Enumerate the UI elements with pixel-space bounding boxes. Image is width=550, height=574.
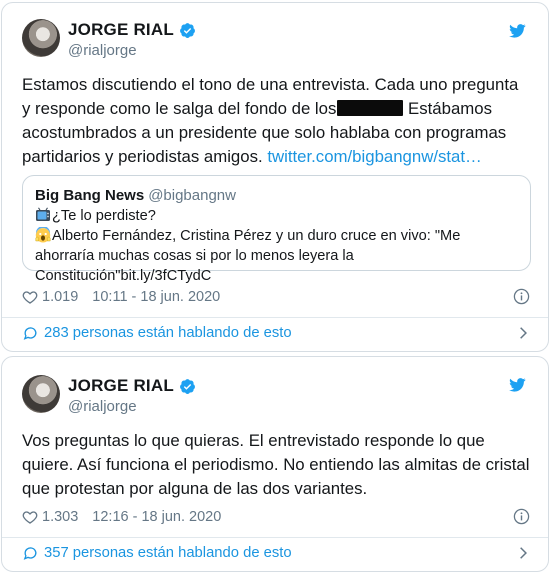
- conversation-count[interactable]: 357 personas están hablando de esto: [44, 545, 292, 561]
- heart-icon[interactable]: [22, 509, 38, 525]
- face-screaming-emoji-icon: [35, 227, 51, 243]
- quoted-author-name[interactable]: Big Bang News: [35, 187, 144, 204]
- author-name[interactable]: JORGE RIAL: [68, 376, 174, 396]
- info-icon[interactable]: [513, 288, 530, 305]
- divider: [2, 317, 548, 318]
- like-count[interactable]: 1.019: [42, 289, 78, 305]
- heart-icon[interactable]: [22, 289, 38, 305]
- tweet-card-2[interactable]: JORGE RIAL @rialjorge Vos preguntas lo q…: [1, 356, 549, 572]
- tweet-text: Estamos discutiendo el tono de una entre…: [22, 73, 530, 169]
- tweet-card-1[interactable]: JORGE RIAL @rialjorge Estamos discutiend…: [1, 2, 549, 352]
- conversation-link[interactable]: 283 personas están hablando de esto: [22, 325, 530, 341]
- twitter-bird-icon[interactable]: [509, 378, 526, 392]
- speech-bubble-icon: [23, 547, 37, 560]
- chevron-right-icon[interactable]: [516, 546, 530, 560]
- quoted-author-handle[interactable]: @bigbangnw: [148, 187, 236, 204]
- author-block[interactable]: JORGE RIAL @rialjorge: [68, 376, 196, 415]
- conversation-count[interactable]: 283 personas están hablando de esto: [44, 325, 292, 341]
- twitter-bird-icon[interactable]: [509, 24, 526, 38]
- avatar[interactable]: [22, 375, 60, 413]
- author-block[interactable]: JORGE RIAL @rialjorge: [68, 20, 196, 59]
- verified-badge-icon: [179, 22, 195, 38]
- quoted-tweet[interactable]: Big Bang News @bigbangnw ¿Te lo perdiste?…: [22, 175, 531, 284]
- conversation-link[interactable]: 357 personas están hablando de esto: [22, 545, 530, 561]
- redaction-bar: [337, 100, 404, 116]
- timestamp[interactable]: 10:11 - 18 jun. 2020: [92, 289, 220, 305]
- avatar[interactable]: [22, 19, 60, 57]
- verified-badge-icon: [179, 378, 195, 394]
- divider: [2, 537, 548, 538]
- tweet-meta: 1.019 10:11 - 18 jun. 2020: [22, 288, 530, 305]
- tweet-link[interactable]: twitter.com/bigbangnw/stat…: [267, 147, 482, 166]
- author-handle[interactable]: @rialjorge: [68, 42, 196, 59]
- author-name[interactable]: JORGE RIAL: [68, 20, 174, 40]
- timestamp[interactable]: 12:16 - 18 jun. 2020: [92, 509, 221, 525]
- tweet-meta: 1.303 12:16 - 18 jun. 2020: [22, 508, 530, 525]
- author-handle[interactable]: @rialjorge: [68, 398, 196, 415]
- quoted-line-1: ¿Te lo perdiste?: [52, 208, 156, 224]
- chevron-right-icon[interactable]: [516, 326, 530, 340]
- quoted-line-2: Alberto Fernández, Cristina Pérez y un d…: [35, 228, 461, 284]
- like-count[interactable]: 1.303: [42, 509, 78, 525]
- info-icon[interactable]: [513, 508, 530, 525]
- tweet-text: Vos preguntas lo que quieras. El entrevi…: [22, 431, 530, 498]
- television-emoji-icon: [36, 207, 50, 221]
- speech-bubble-icon: [23, 327, 37, 340]
